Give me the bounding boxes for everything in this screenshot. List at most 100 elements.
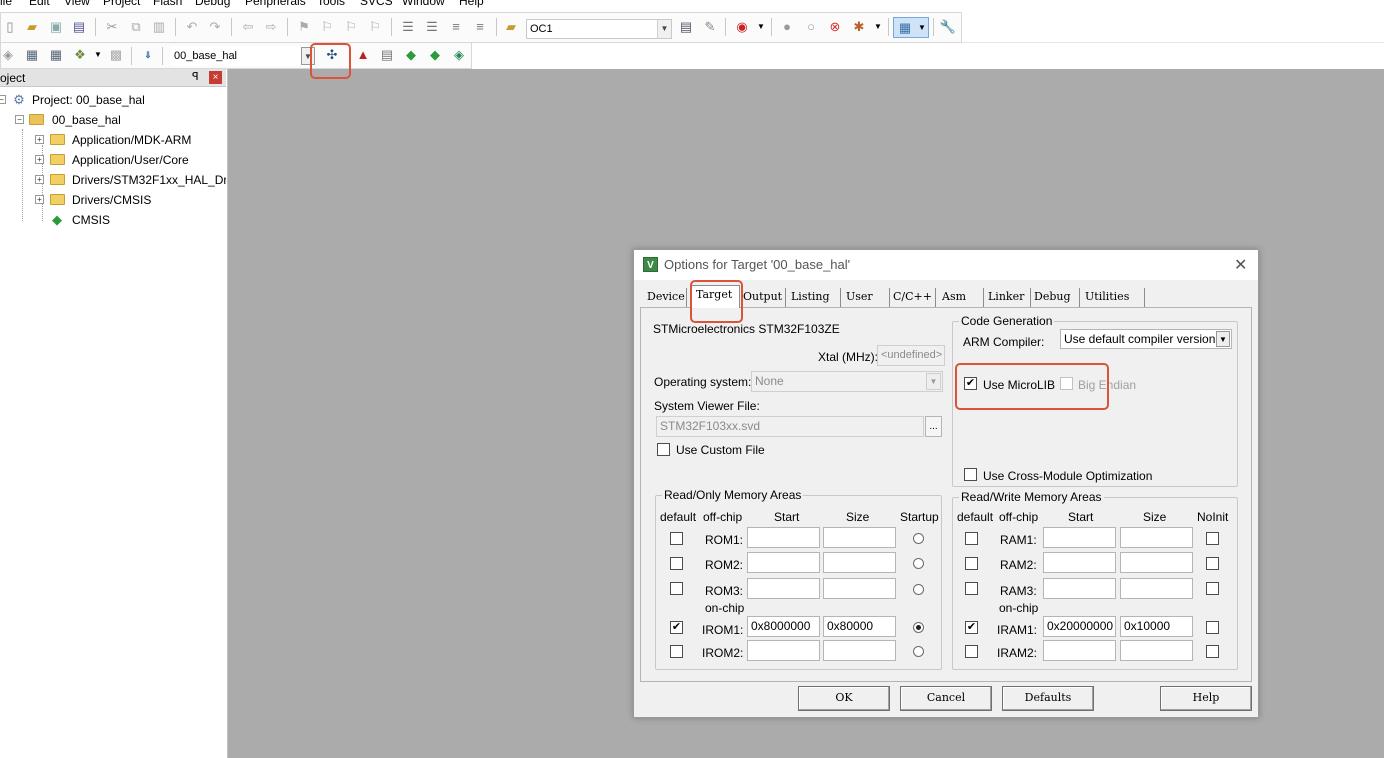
rom2-startup-radio[interactable] xyxy=(913,558,924,569)
ram1-noinit-checkbox[interactable] xyxy=(1206,532,1219,545)
iram1-noinit-checkbox[interactable] xyxy=(1206,621,1219,634)
tree-group[interactable]: + Application/User/Core xyxy=(0,151,226,169)
irom1-default-checkbox[interactable]: ✔ xyxy=(670,621,683,634)
undo-icon[interactable]: ↶ xyxy=(184,19,200,35)
expand-icon[interactable]: + xyxy=(35,155,44,164)
debug-session-icon[interactable]: ◉ xyxy=(734,19,750,35)
kill-breakpoints-icon[interactable]: ✱ xyxy=(851,19,867,35)
compiler-select[interactable]: Use default compiler version 5 ▼ xyxy=(1060,329,1232,349)
tab-listing[interactable]: Listing xyxy=(788,288,841,307)
expand-icon[interactable]: + xyxy=(35,195,44,204)
ram3-default-checkbox[interactable] xyxy=(965,582,978,595)
menu-flash[interactable]: Flash xyxy=(153,0,182,8)
rom1-start-input[interactable] xyxy=(747,527,820,548)
tree-cmsis[interactable]: ◆ CMSIS xyxy=(0,211,226,229)
irom2-default-checkbox[interactable] xyxy=(670,645,683,658)
build-icon[interactable]: ▦ xyxy=(24,47,40,63)
menu-help[interactable]: Help xyxy=(459,0,484,8)
rom3-startup-radio[interactable] xyxy=(913,584,924,595)
menu-project[interactable]: Project xyxy=(103,0,140,8)
cross-module-checkbox[interactable] xyxy=(964,468,977,481)
menu-debug[interactable]: Debug xyxy=(195,0,230,8)
indent-icon[interactable]: ☰ xyxy=(400,19,416,35)
custom-file-checkbox[interactable] xyxy=(657,443,670,456)
menu-tools[interactable]: Tools xyxy=(317,0,345,8)
nav-back-icon[interactable]: ⇦ xyxy=(240,19,256,35)
ram2-noinit-checkbox[interactable] xyxy=(1206,557,1219,570)
tab-debug[interactable]: Debug xyxy=(1031,288,1080,307)
rom3-start-input[interactable] xyxy=(747,578,820,599)
chevron-down-icon[interactable]: ▼ xyxy=(753,19,769,35)
tab-device[interactable]: Device xyxy=(644,288,687,307)
ram3-noinit-checkbox[interactable] xyxy=(1206,582,1219,595)
open-folder-icon[interactable]: ▰ xyxy=(24,19,40,35)
ram1-size-input[interactable] xyxy=(1120,527,1193,548)
ok-button[interactable]: OK xyxy=(798,686,890,711)
close-icon[interactable]: ✕ xyxy=(1234,255,1247,275)
irom2-size-input[interactable] xyxy=(823,640,896,661)
disable-breakpoints-icon[interactable]: ⊗ xyxy=(827,19,843,35)
find-icon[interactable]: ▤ xyxy=(678,19,694,35)
menu-view[interactable]: View xyxy=(64,0,90,8)
rom2-default-checkbox[interactable] xyxy=(670,557,683,570)
irom2-start-input[interactable] xyxy=(747,640,820,661)
tree-project-root[interactable]: − ⚙ Project: 00_base_hal xyxy=(0,91,226,109)
iram2-size-input[interactable] xyxy=(1120,640,1193,661)
irom2-startup-radio[interactable] xyxy=(913,646,924,657)
ram3-size-input[interactable] xyxy=(1120,578,1193,599)
close-icon[interactable]: × xyxy=(209,71,222,84)
collapse-icon[interactable]: − xyxy=(0,95,6,104)
save-all-icon[interactable]: ▤ xyxy=(71,19,87,35)
redo-icon[interactable]: ↷ xyxy=(207,19,223,35)
paste-icon[interactable]: ▥ xyxy=(151,19,167,35)
tab-linker[interactable]: Linker xyxy=(985,288,1031,307)
next-bookmark-icon[interactable]: ⚐ xyxy=(343,19,359,35)
enable-breakpoint-icon[interactable]: ○ xyxy=(803,19,819,35)
expand-icon[interactable]: + xyxy=(35,135,44,144)
expand-icon[interactable]: + xyxy=(35,175,44,184)
chevron-down-icon[interactable]: ▼ xyxy=(90,47,106,63)
download-icon[interactable]: ⇓ xyxy=(140,47,156,63)
bookmark-icon[interactable]: ⚑ xyxy=(296,19,312,35)
pack-installer-icon[interactable]: ◆ xyxy=(427,47,443,63)
cut-icon[interactable]: ✂ xyxy=(104,19,120,35)
ram3-start-input[interactable] xyxy=(1043,578,1116,599)
unindent-icon[interactable]: ☰ xyxy=(424,19,440,35)
rom1-startup-radio[interactable] xyxy=(913,533,924,544)
batch-build-icon[interactable]: ❖ xyxy=(72,47,88,63)
chevron-down-icon[interactable]: ▼ xyxy=(657,20,671,38)
stop-build-icon[interactable]: ▩ xyxy=(108,47,124,63)
rom1-default-checkbox[interactable] xyxy=(670,532,683,545)
menu-svcs[interactable]: SVCS xyxy=(360,0,393,8)
tab-cpp[interactable]: C/C++ xyxy=(890,288,936,307)
clear-bookmarks-icon[interactable]: ⚐ xyxy=(367,19,383,35)
xtal-input[interactable]: <undefined> xyxy=(877,345,945,366)
rebuild-icon[interactable]: ▦ xyxy=(48,47,64,63)
event-recorder-icon[interactable]: ◈ xyxy=(451,47,467,63)
tab-utilities[interactable]: Utilities xyxy=(1082,288,1145,307)
tab-user[interactable]: User xyxy=(843,288,890,307)
ram1-start-input[interactable] xyxy=(1043,527,1116,548)
iram1-size-input[interactable]: 0x10000 xyxy=(1120,616,1193,637)
menu-file[interactable]: ile xyxy=(0,0,12,8)
rom2-size-input[interactable] xyxy=(823,552,896,573)
iram2-default-checkbox[interactable] xyxy=(965,645,978,658)
target-select[interactable]: 00_base_hal ▼ xyxy=(170,46,316,66)
chevron-down-icon[interactable]: ▼ xyxy=(870,19,886,35)
ram2-start-input[interactable] xyxy=(1043,552,1116,573)
window-layout-button[interactable]: ▦ ▼ xyxy=(893,17,929,38)
iram2-start-input[interactable] xyxy=(1043,640,1116,661)
save-icon[interactable]: ▣ xyxy=(48,19,64,35)
cancel-button[interactable]: Cancel xyxy=(900,686,992,711)
collapse-icon[interactable]: − xyxy=(15,115,24,124)
irom1-startup-radio[interactable] xyxy=(913,622,924,633)
translate-icon[interactable]: ◈ xyxy=(0,47,16,63)
iram2-noinit-checkbox[interactable] xyxy=(1206,645,1219,658)
tab-output[interactable]: Output xyxy=(740,288,786,307)
nav-forward-icon[interactable]: ⇨ xyxy=(263,19,279,35)
manage-project-items-icon[interactable]: ▲ xyxy=(355,47,371,63)
menu-window[interactable]: Window xyxy=(402,0,445,8)
irom1-size-input[interactable]: 0x80000 xyxy=(823,616,896,637)
rom3-default-checkbox[interactable] xyxy=(670,582,683,595)
menu-peripherals[interactable]: Peripherals xyxy=(245,0,306,8)
